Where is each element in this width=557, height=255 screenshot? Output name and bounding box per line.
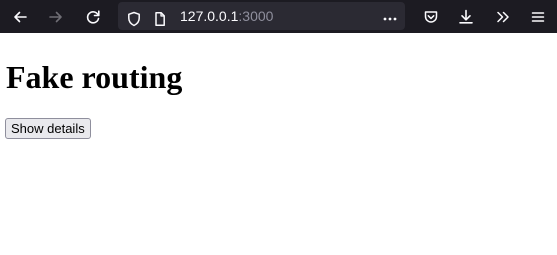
url-port: :3000 [238, 8, 274, 24]
url-host: 127.0.0.1 [180, 8, 239, 24]
download-icon[interactable] [453, 0, 479, 33]
page-title: Fake routing [6, 59, 183, 95]
url-text[interactable]: 127.0.0.1:3000 [180, 2, 273, 30]
browser-toolbar: 127.0.0.1:3000 [0, 0, 557, 33]
back-arrow-icon[interactable] [7, 0, 33, 33]
shield-icon[interactable] [121, 2, 147, 35]
hamburger-menu-icon[interactable] [525, 0, 551, 33]
forward-arrow-icon[interactable] [43, 0, 69, 33]
more-icon[interactable] [377, 2, 403, 35]
page-content: Fake routing Show details [0, 33, 557, 255]
show-details-button[interactable]: Show details [5, 118, 91, 139]
url-bar[interactable]: 127.0.0.1:3000 [118, 2, 405, 30]
reload-icon[interactable] [80, 0, 106, 33]
pocket-icon[interactable] [418, 0, 444, 33]
page-icon[interactable] [147, 2, 173, 35]
overflow-chevrons-icon[interactable] [490, 0, 516, 33]
